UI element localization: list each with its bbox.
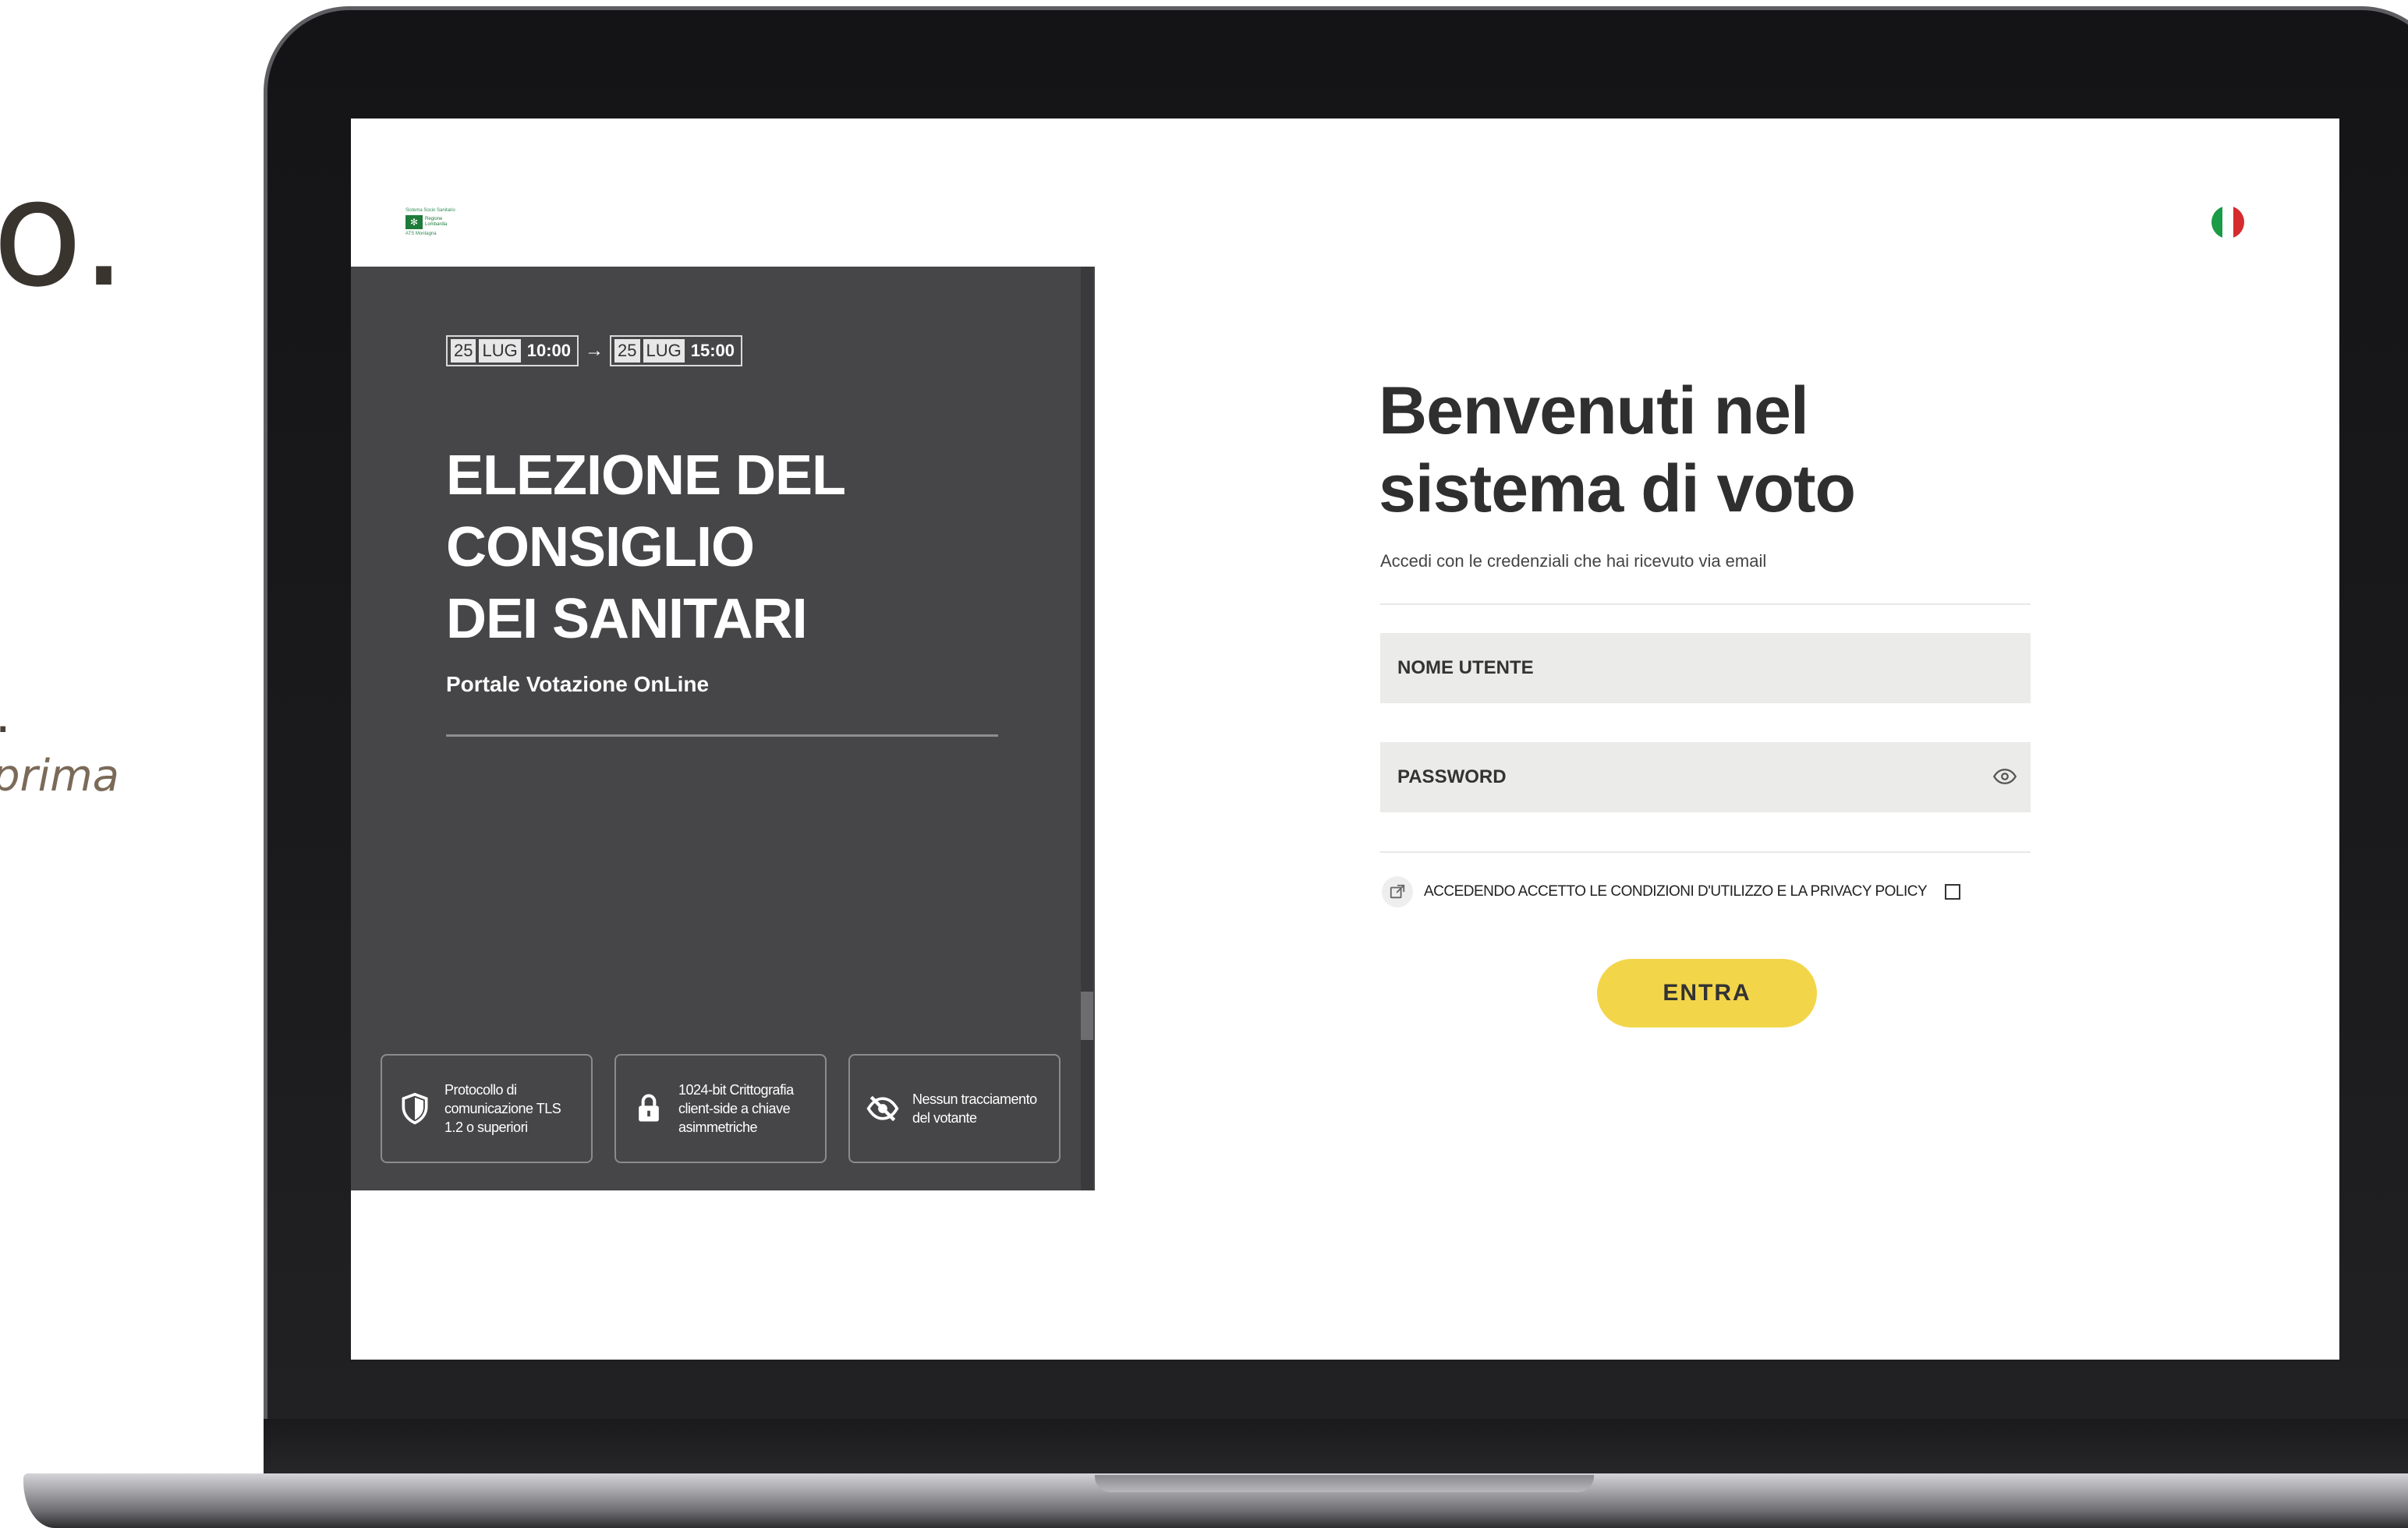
background-heading-fragment: o. — [0, 147, 128, 320]
end-month: LUG — [643, 339, 685, 363]
logo-name-2: Lombardia — [425, 222, 448, 227]
panel-scrollbar-thumb[interactable] — [1081, 992, 1093, 1040]
lock-icon — [639, 1094, 659, 1122]
arrow-right-icon: → — [585, 340, 604, 361]
end-date: 25 LUG 15:00 — [610, 335, 743, 366]
login-heading-line-2: sistema di voto — [1379, 451, 1856, 526]
policy-consent-label: ACCEDENDO ACCETTO LE CONDIZIONI D'UTILIZ… — [1424, 883, 1928, 900]
policy-consent-checkbox[interactable] — [1945, 884, 1960, 900]
form-divider-bottom — [1380, 851, 2031, 853]
feature-text: Nessun tracciamento del votante — [912, 1091, 1037, 1126]
logo-line-1: Sistema Socio Sanitario — [405, 208, 455, 213]
end-day: 25 — [614, 339, 640, 363]
election-subtitle: Portale Votazione OnLine — [446, 672, 710, 696]
election-title: ELEZIONE DEL CONSIGLIO DEI SANITARI — [446, 440, 914, 655]
panel-scrollbar-track[interactable] — [1081, 267, 1093, 1190]
login-heading: Benvenuti nel sistema di voto — [1379, 372, 1856, 528]
login-hint: Accedi con le credenziali che hai ricevu… — [1380, 551, 1767, 571]
password-input[interactable] — [1380, 742, 2031, 812]
laptop-screen: Sistema Socio Sanitario ✻ Regione Lombar… — [351, 118, 2339, 1360]
organization-logo: Sistema Socio Sanitario ✻ Regione Lombar… — [405, 208, 462, 244]
election-title-line-1: ELEZIONE DEL — [446, 444, 846, 507]
feature-card-no-tracking: Nessun tracciamento del votante — [848, 1054, 1061, 1163]
logo-line-2: ATS Montagna — [405, 232, 437, 236]
election-title-line-2: CONSIGLIO — [446, 516, 755, 578]
laptop-notch — [1095, 1475, 1594, 1492]
election-info-panel: 25 LUG 10:00 → 25 LUG 15:00 ELEZIONE DEL… — [351, 267, 1095, 1190]
end-time: 15:00 — [690, 341, 735, 360]
start-day: 25 — [451, 339, 476, 363]
start-date: 25 LUG 10:00 — [446, 335, 579, 366]
login-submit-button[interactable]: ENTRA — [1597, 959, 1817, 1028]
start-time: 10:00 — [526, 341, 572, 360]
logo-name-1: Regione — [425, 217, 443, 221]
flag-italy-icon[interactable] — [2211, 206, 2244, 239]
feature-card-tls: Protocollo di comunicazione TLS 1.2 o su… — [381, 1054, 593, 1163]
shield-icon — [402, 1092, 428, 1125]
feature-card-encryption: 1024-bit Crittografia client-side a chia… — [614, 1054, 827, 1163]
feature-text: 1024-bit Crittografia client-side a chia… — [678, 1082, 794, 1135]
form-divider-top — [1380, 603, 2031, 605]
election-title-line-3: DEI SANITARI — [446, 588, 808, 650]
username-input[interactable] — [1380, 633, 2031, 703]
background-italic-fragment: prima — [0, 751, 119, 801]
background-text-fragment: . — [0, 686, 10, 741]
eye-off-icon — [866, 1095, 899, 1122]
login-heading-line-1: Benvenuti nel — [1379, 373, 1809, 448]
feature-text: Protocollo di comunicazione TLS 1.2 o su… — [444, 1082, 561, 1135]
election-dates: 25 LUG 10:00 → 25 LUG 15:00 — [446, 335, 743, 366]
logo-rose-icon: ✻ — [405, 215, 423, 229]
start-month: LUG — [479, 339, 521, 363]
security-features: Protocollo di comunicazione TLS 1.2 o su… — [381, 1054, 1061, 1163]
panel-divider — [446, 734, 998, 737]
show-password-icon[interactable] — [1993, 767, 2017, 786]
external-link-icon[interactable] — [1382, 876, 1413, 907]
